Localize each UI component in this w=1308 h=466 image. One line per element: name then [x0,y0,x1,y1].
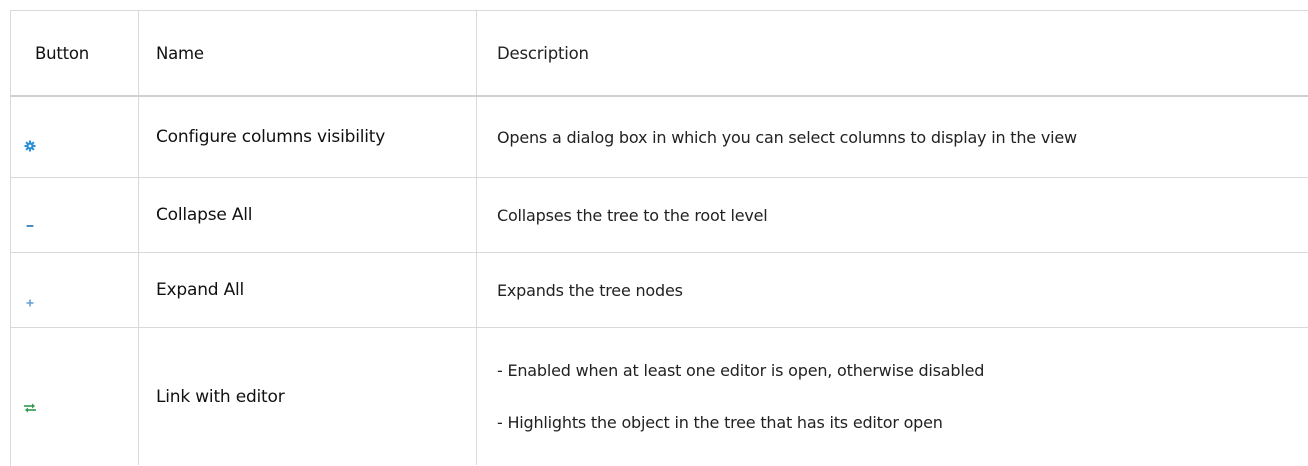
header-button: Button [11,11,139,95]
row-name: Link with editor [139,328,477,465]
description-line: - Highlights the object in the tree that… [497,413,943,432]
buttons-table: Button Name Description Configure column… [10,10,1308,466]
expand-all-icon [23,296,37,310]
header-name: Name [139,11,477,95]
row-description: Opens a dialog box in which you can sele… [497,127,1077,147]
gear-icon [23,139,37,153]
row-description: Collapses the tree to the root level [497,205,768,225]
collapse-all-icon [23,219,37,233]
header-description: Description [497,43,589,63]
table-row: Collapse All Collapses the tree to the r… [11,178,1308,253]
link-with-editor-icon [23,401,37,415]
table-row: Configure columns visibility Opens a dia… [11,97,1308,178]
row-description: Expands the tree nodes [497,280,683,300]
table-row: Expand All Expands the tree nodes [11,253,1308,328]
table-row: Link with editor - Enabled when at least… [11,328,1308,465]
row-name: Configure columns visibility [139,97,477,177]
row-name: Expand All [139,253,477,327]
row-description: - Enabled when at least one editor is op… [477,328,1308,465]
row-name: Collapse All [139,178,477,252]
table-header-row: Button Name Description [11,11,1308,97]
description-line: - Enabled when at least one editor is op… [497,361,985,380]
